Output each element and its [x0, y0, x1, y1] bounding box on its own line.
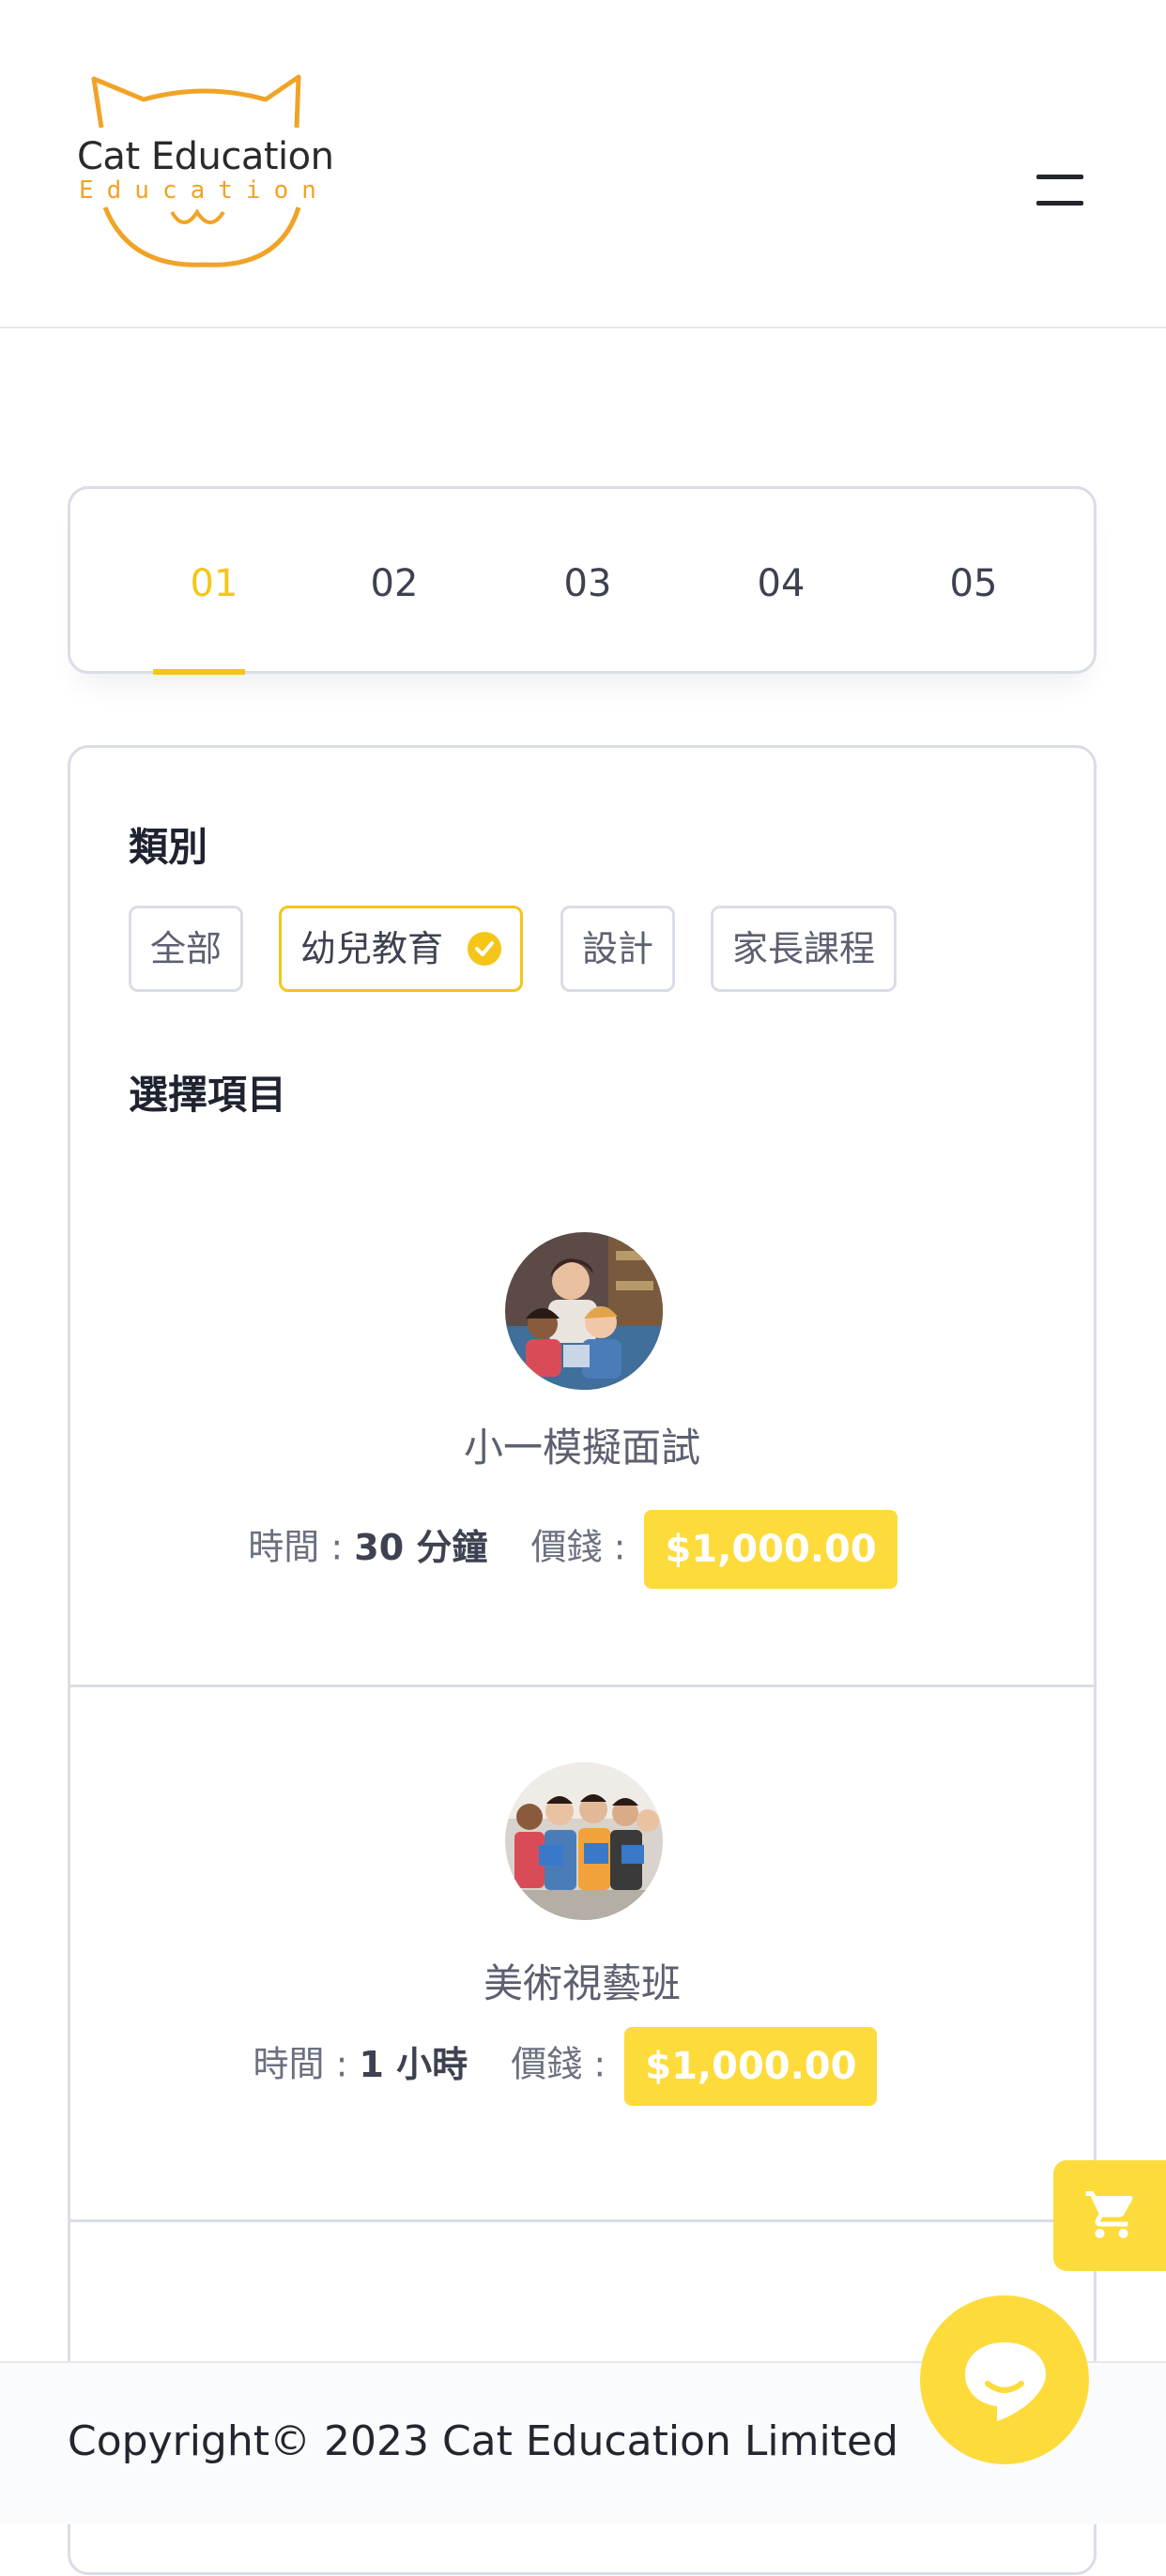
category-chip-design[interactable]: 設計 — [560, 906, 676, 992]
list-item[interactable]: 美術視藝班 時間 : 1 小時 價錢 : $1,000.00 — [70, 1684, 1094, 2219]
category-title: 類別 — [129, 824, 208, 870]
price-label: 價錢 : — [530, 1526, 626, 1568]
time-value: 1 小時 — [359, 2043, 468, 2085]
step-tabs: 01 02 03 04 05 — [68, 486, 1097, 675]
step-tab-03[interactable]: 03 — [536, 562, 639, 605]
category-chip-parent-courses[interactable]: 家長課程 — [711, 906, 898, 992]
price-label: 價錢 : — [511, 2043, 606, 2085]
step-tab-05[interactable]: 05 — [922, 562, 1025, 605]
chat-button[interactable] — [920, 2295, 1089, 2464]
check-circle-icon — [468, 931, 502, 966]
cart-icon — [1085, 2191, 1133, 2238]
logo-text: Cat Education — [77, 135, 334, 178]
chip-label: 幼兒教育 — [300, 928, 444, 969]
chip-label: 設計 — [582, 928, 654, 969]
list-item[interactable]: 小一模擬面試 — [70, 1198, 1094, 1491]
course-image — [505, 1232, 663, 1390]
course-image — [505, 1762, 663, 1920]
step-tab-02[interactable]: 02 — [343, 562, 446, 605]
course-meta-row: 時間 : 1 小時 價錢 : $1,000.00 — [54, 2027, 1077, 2106]
hamburger-icon[interactable] — [1036, 171, 1089, 208]
course-name: 小一模擬面試 — [463, 1425, 700, 1471]
step-tab-01[interactable]: 01 — [162, 562, 266, 605]
site-header: Cat Education Education — [0, 0, 1166, 328]
selection-title: 選擇項目 — [129, 1072, 287, 1118]
booking-card: 類別 全部 幼兒教育 設計 家長課程 選擇項目 小一模擬面試 時間: 30 分… — [68, 745, 1097, 2575]
category-chip-early-childhood[interactable]: 幼兒教育 — [279, 906, 524, 992]
time-value: 30 分鐘 — [354, 1526, 488, 1568]
course-meta-row: 時間 : 30 分鐘 價錢 : $1,000.00 — [61, 1510, 1084, 1589]
chip-label: 家長課程 — [732, 928, 876, 969]
copyright-text: Copyright© 2023 Cat Education Limited — [68, 2417, 898, 2465]
logo-subtext: Education — [79, 176, 330, 205]
step-tab-04[interactable]: 04 — [729, 562, 833, 605]
chat-bubble-icon — [965, 2342, 1046, 2421]
chip-label: 全部 — [150, 928, 222, 969]
price-badge: $1,000.00 — [644, 1510, 898, 1589]
logo[interactable]: Cat Education Education — [73, 71, 336, 273]
course-name: 美術視藝班 — [483, 1960, 681, 2006]
time-label: 時間 : — [253, 2043, 348, 2085]
category-chip-all[interactable]: 全部 — [129, 906, 244, 992]
cart-button[interactable] — [1053, 2160, 1166, 2271]
time-label: 時間 : — [248, 1526, 344, 1568]
active-step-indicator — [153, 669, 245, 675]
price-badge: $1,000.00 — [624, 2027, 878, 2106]
